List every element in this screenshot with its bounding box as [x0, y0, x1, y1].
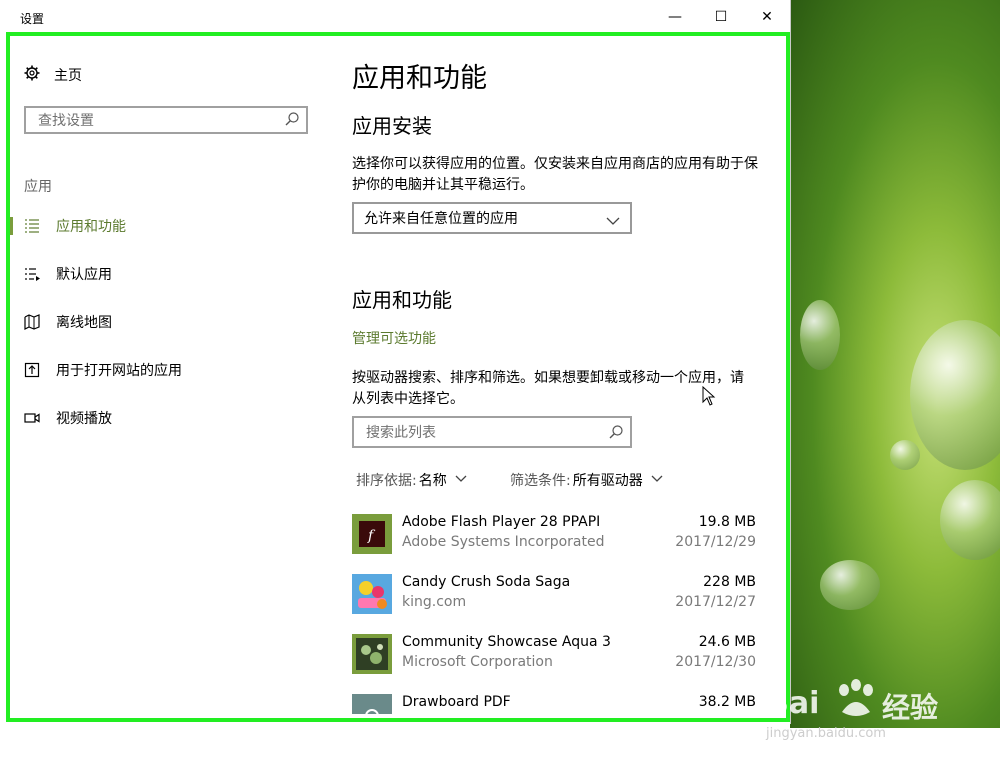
water-drop [940, 480, 1000, 560]
maximize-icon: ☐ [714, 9, 728, 25]
app-name: Community Showcase Aqua 3 [402, 634, 611, 650]
gear-icon [24, 65, 40, 85]
apps-heading: 应用和功能 [352, 288, 452, 312]
paw-icon [834, 678, 878, 726]
settings-search-box[interactable] [24, 106, 308, 134]
window-title: 设置 [20, 12, 45, 26]
mouse-cursor-icon [702, 385, 716, 410]
minimize-icon: — [668, 9, 682, 25]
watermark-brand: Bai [766, 686, 820, 721]
candy-crush-icon [352, 574, 392, 614]
app-publisher: Adobe Systems Incorporated [402, 534, 605, 550]
settings-window: 设置 — ☐ ✕ 主页 应用 应用和功能 默认应用 离线地图 [0, 0, 791, 724]
sidebar-item-offline-maps[interactable]: 离线地图 [24, 310, 112, 334]
water-drop [890, 440, 920, 470]
chevron-down-icon [606, 212, 620, 231]
apps-description: 按驱动器搜索、排序和筛选。如果想要卸载或移动一个应用，请从列表中选择它。 [352, 370, 744, 407]
maximize-button[interactable]: ☐ [698, 0, 744, 34]
video-icon [24, 410, 40, 426]
default-apps-icon [24, 266, 40, 282]
watermark-brand-cn: 经验 [882, 691, 939, 724]
app-date: 2017/12/27 [675, 594, 756, 610]
sidebar-item-label: 默认应用 [56, 267, 112, 283]
water-drop [910, 320, 1000, 470]
flash-icon: f [352, 514, 392, 554]
app-date: 2017/12/29 [675, 534, 756, 550]
sidebar-item-video-playback[interactable]: 视频播放 [24, 406, 112, 430]
desktop-wallpaper [790, 0, 1000, 728]
active-indicator [10, 217, 13, 235]
sidebar-item-apps-features[interactable]: 应用和功能 [24, 214, 126, 238]
app-date: 2017/12/30 [675, 654, 756, 670]
aqua-icon [352, 634, 392, 674]
dropdown-value: 允许来自任意位置的应用 [364, 211, 518, 227]
install-description: 选择你可以获得应用的位置。仅安装来自应用商店的应用有助于保护你的电脑并让其平稳运… [352, 156, 758, 193]
close-icon: ✕ [761, 9, 773, 25]
section-label-apps: 应用 [24, 179, 52, 195]
app-list-item[interactable]: Drawboard PDF 38.2 MB [352, 694, 756, 714]
sidebar-item-label: 用于打开网站的应用 [56, 363, 182, 379]
app-publisher: king.com [402, 594, 467, 610]
baidu-watermark: Bai 经验 jingyan.baidu.com [766, 660, 996, 750]
sidebar-item-default-apps[interactable]: 默认应用 [24, 262, 112, 286]
sidebar-item-label: 应用和功能 [56, 219, 126, 235]
app-size: 19.8 MB [698, 514, 756, 530]
open-website-icon [24, 362, 40, 378]
home-nav[interactable]: 主页 [24, 64, 82, 86]
filter-label: 筛选条件: [510, 473, 571, 489]
app-list-search-box[interactable] [352, 416, 632, 448]
sort-value: 名称 [418, 473, 447, 489]
home-label: 主页 [54, 68, 82, 84]
drawboard-icon [352, 694, 392, 714]
app-list-search-input[interactable] [364, 418, 608, 448]
list-icon [24, 218, 40, 234]
app-size: 24.6 MB [698, 634, 756, 650]
title-bar: 设置 — ☐ ✕ [0, 0, 790, 34]
settings-search-input[interactable] [36, 108, 280, 134]
water-drop [820, 560, 880, 610]
filter-value: 所有驱动器 [572, 473, 643, 489]
app-name: Drawboard PDF [402, 694, 511, 710]
app-list-item[interactable]: Candy Crush Soda Saga king.com 228 MB 20… [352, 574, 756, 616]
manage-optional-features-link[interactable]: 管理可选功能 [352, 328, 436, 348]
app-publisher: Microsoft Corporation [402, 654, 553, 670]
water-drop [800, 300, 840, 370]
sort-label: 排序依据: [356, 473, 417, 489]
close-button[interactable]: ✕ [744, 0, 790, 34]
page-title: 应用和功能 [352, 63, 487, 94]
map-icon [24, 314, 40, 330]
search-icon[interactable] [608, 424, 624, 444]
watermark-url: jingyan.baidu.com [766, 726, 886, 741]
install-source-dropdown[interactable]: 允许来自任意位置的应用 [352, 202, 632, 234]
filter-dropdown[interactable]: 筛选条件: 所有驱动器 [510, 470, 663, 490]
sort-dropdown[interactable]: 排序依据: 名称 [356, 470, 467, 490]
app-name: Candy Crush Soda Saga [402, 574, 571, 590]
search-icon[interactable] [284, 111, 300, 131]
install-heading: 应用安装 [352, 114, 432, 138]
minimize-button[interactable]: — [652, 0, 698, 34]
app-size: 228 MB [703, 574, 756, 590]
sidebar-item-label: 离线地图 [56, 315, 112, 331]
app-name: Adobe Flash Player 28 PPAPI [402, 514, 601, 530]
app-list-item[interactable]: f Adobe Flash Player 28 PPAPI Adobe Syst… [352, 514, 756, 556]
chevron-down-icon [455, 472, 467, 488]
sidebar-item-apps-for-websites[interactable]: 用于打开网站的应用 [24, 358, 182, 382]
app-size: 38.2 MB [698, 694, 756, 710]
sidebar-item-label: 视频播放 [56, 411, 112, 427]
app-list-item[interactable]: Community Showcase Aqua 3 Microsoft Corp… [352, 634, 756, 676]
chevron-down-icon [651, 472, 663, 488]
